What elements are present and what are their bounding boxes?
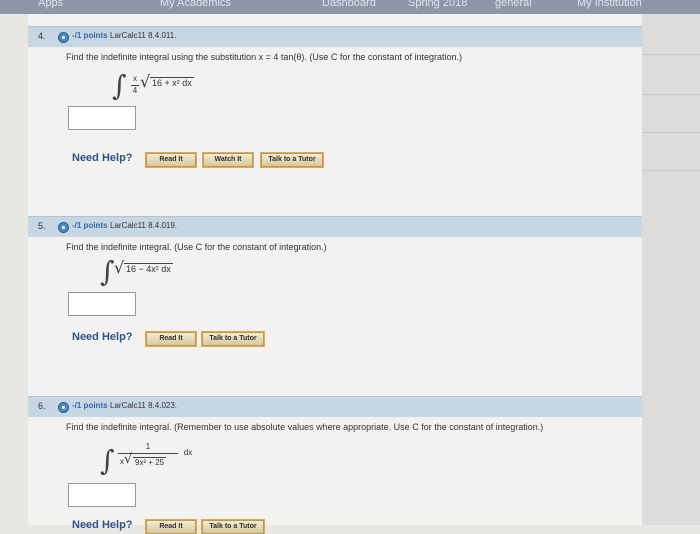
bookmark-my-institution[interactable]: My Institution bbox=[577, 0, 642, 9]
read-it-button[interactable]: Read It bbox=[146, 153, 196, 167]
answer-input-6[interactable] bbox=[68, 483, 136, 507]
integral-sign-icon: ∫ bbox=[112, 69, 127, 102]
question-5-prompt: Find the indefinite integral. (Use C for… bbox=[66, 242, 327, 252]
fraction-denominator: 4 bbox=[132, 86, 138, 95]
talk-to-tutor-button[interactable]: Talk to a Tutor bbox=[261, 153, 323, 167]
talk-to-tutor-button[interactable]: Talk to a Tutor bbox=[202, 332, 264, 346]
bookmark-my-academics[interactable]: My Academics bbox=[160, 0, 231, 9]
sidebar-divider bbox=[642, 94, 700, 95]
status-dot-icon bbox=[58, 222, 69, 233]
fraction-numerator: x bbox=[133, 74, 137, 83]
question-4-prompt: Find the indefinite integral using the s… bbox=[66, 52, 462, 62]
need-help-label: Need Help? bbox=[72, 519, 133, 531]
need-help-label: Need Help? bbox=[72, 152, 133, 164]
read-it-button[interactable]: Read It bbox=[146, 332, 196, 346]
sidebar-divider bbox=[642, 170, 700, 171]
answer-input-4[interactable] bbox=[68, 106, 136, 130]
answer-input-5[interactable] bbox=[68, 292, 136, 316]
sidebar-divider bbox=[642, 54, 700, 55]
sqrt-icon: √ bbox=[140, 72, 151, 91]
question-source: LarCalc11 8.4.011. bbox=[110, 31, 177, 40]
bookmark-general[interactable]: general bbox=[495, 0, 532, 9]
sqrt-icon: √ bbox=[114, 258, 125, 277]
bookmark-dashboard[interactable]: Dashboard bbox=[322, 0, 376, 9]
integral-sign-icon: ∫ bbox=[100, 255, 115, 288]
read-it-button[interactable]: Read It bbox=[146, 520, 196, 534]
browser-bookmarks-bar: Apps My Academics Dashboard Spring 2018 … bbox=[0, 0, 700, 14]
dx-label: dx bbox=[183, 448, 193, 457]
bookmark-apps[interactable]: Apps bbox=[38, 0, 63, 9]
fraction-numerator: 1 bbox=[145, 442, 151, 451]
question-number: 4. bbox=[38, 31, 46, 41]
bookmark-spring-2018[interactable]: Spring 2018 bbox=[408, 0, 467, 9]
radicand: 16 − 4x² dx bbox=[124, 263, 173, 274]
watch-it-button[interactable]: Watch It bbox=[203, 153, 253, 167]
question-points: -/1 points bbox=[72, 401, 108, 410]
need-help-label: Need Help? bbox=[72, 331, 133, 343]
status-dot-icon bbox=[58, 402, 69, 413]
sidebar-divider bbox=[642, 132, 700, 133]
question-number: 6. bbox=[38, 401, 46, 411]
question-source: LarCalc11 8.4.019. bbox=[110, 221, 178, 230]
question-6-header: 6. -/1 points LarCalc11 8.4.023. bbox=[28, 396, 670, 417]
sqrt-icon: √ bbox=[124, 452, 133, 467]
question-4-header: 4. -/1 points LarCalc11 8.4.011. bbox=[28, 26, 670, 47]
talk-to-tutor-button[interactable]: Talk to a Tutor bbox=[202, 520, 264, 534]
question-number: 5. bbox=[38, 221, 46, 231]
question-points: -/1 points bbox=[72, 221, 108, 230]
right-sidebar bbox=[642, 14, 700, 525]
integral-sign-icon: ∫ bbox=[100, 444, 115, 477]
radicand: 16 + x² dx bbox=[150, 77, 194, 88]
question-6-prompt: Find the indefinite integral. (Remember … bbox=[66, 422, 544, 432]
question-source: LarCalc11 8.4.023. bbox=[110, 401, 178, 410]
webassign-page: 4. -/1 points LarCalc11 8.4.011. Find th… bbox=[28, 14, 700, 534]
question-points: -/1 points bbox=[72, 31, 108, 40]
status-dot-icon bbox=[58, 32, 69, 43]
radicand: 9x² + 25 bbox=[133, 457, 167, 467]
question-5-header: 5. -/1 points LarCalc11 8.4.019. bbox=[28, 216, 670, 237]
